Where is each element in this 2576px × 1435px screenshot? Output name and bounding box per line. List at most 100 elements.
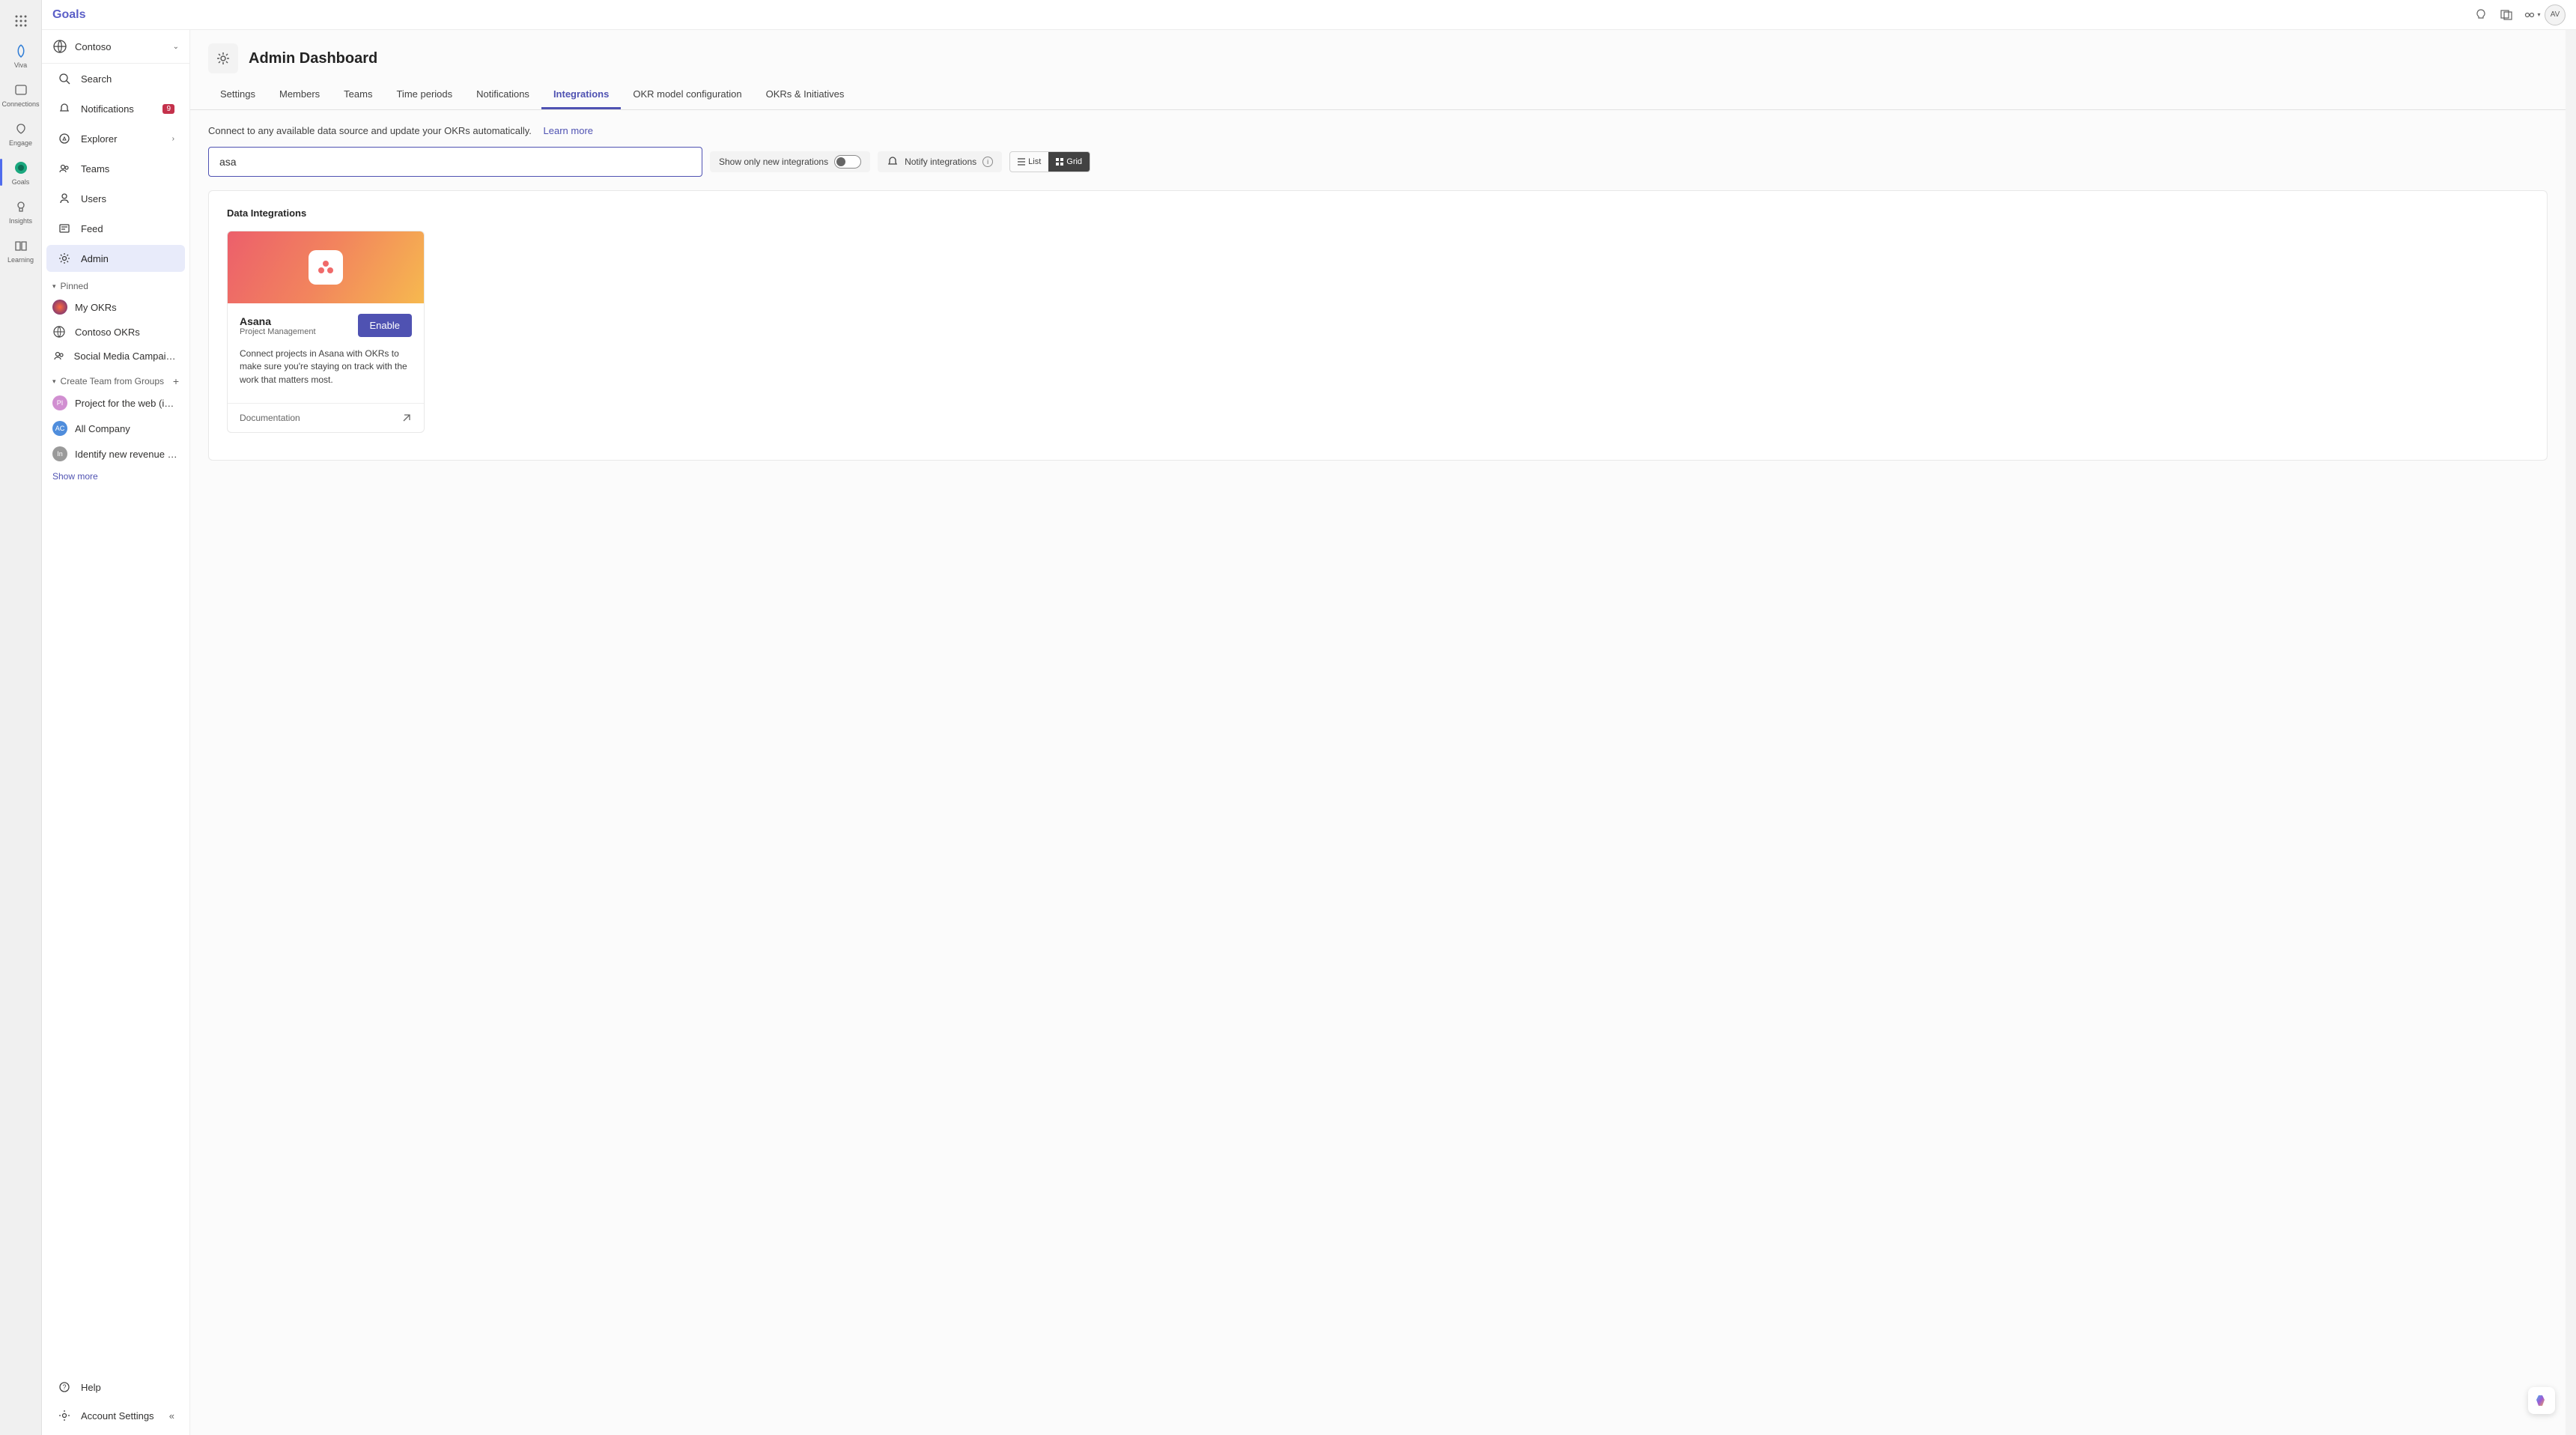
view-grid-button[interactable]: Grid: [1048, 152, 1090, 172]
globe-icon: [52, 325, 67, 339]
people-icon: [52, 349, 67, 362]
user-avatar[interactable]: AV: [2545, 4, 2566, 25]
viva-icon: [12, 42, 30, 60]
chevron-down-icon: ⌄: [173, 43, 179, 51]
documentation-link[interactable]: Documentation: [240, 413, 300, 423]
notify-integrations-button[interactable]: Notify integrations i: [878, 151, 1002, 172]
admin-tabs: Settings Members Teams Time periods Noti…: [190, 81, 2566, 110]
toggle-switch[interactable]: [834, 155, 861, 169]
toggle-label: Show only new integrations: [719, 157, 828, 167]
pinned-item-my-okrs[interactable]: My OKRs: [42, 294, 189, 320]
copilot-fab[interactable]: [2528, 1387, 2555, 1414]
rail-label: Insights: [9, 217, 32, 225]
tab-members[interactable]: Members: [267, 81, 332, 109]
bell-icon: [57, 101, 72, 116]
sidebar-item-account-settings[interactable]: Account Settings «: [46, 1402, 185, 1429]
gear-icon: [57, 1408, 72, 1423]
enable-button[interactable]: Enable: [358, 314, 412, 337]
group-label: All Company: [75, 423, 130, 434]
pinned-section-header[interactable]: ▾ Pinned: [42, 273, 189, 294]
view-list-button[interactable]: List: [1010, 152, 1048, 172]
user-icon: [57, 191, 72, 206]
external-link-icon[interactable]: [401, 413, 412, 423]
integration-name: Asana: [240, 315, 316, 327]
learn-more-link[interactable]: Learn more: [544, 125, 593, 136]
app-rail: Viva Connections Engage Goals Insights L…: [0, 0, 42, 1435]
rail-label: Goals: [12, 178, 30, 186]
tips-icon[interactable]: [2468, 2, 2494, 28]
sidebar-label: Users: [81, 193, 174, 204]
asana-logo-icon: [309, 250, 343, 285]
group-label: Project for the web (i…: [75, 398, 174, 409]
rail-item-engage[interactable]: Engage: [0, 114, 42, 153]
rail-label: Viva: [14, 61, 27, 69]
sidebar-item-teams[interactable]: Teams: [46, 155, 185, 182]
add-icon[interactable]: +: [173, 375, 179, 387]
notification-badge: 9: [162, 104, 174, 114]
sidebar-label: Explorer: [81, 133, 163, 145]
tenant-selector[interactable]: Contoso ⌄: [42, 30, 189, 64]
pinned-item-contoso-okrs[interactable]: Contoso OKRs: [42, 320, 189, 344]
section-label: Create Team from Groups: [61, 376, 168, 386]
tab-okr-model[interactable]: OKR model configuration: [621, 81, 753, 109]
connections-icon: [12, 81, 30, 99]
sidebar-item-help[interactable]: ? Help: [46, 1374, 185, 1401]
engage-icon: [12, 120, 30, 138]
teams-icon: [57, 161, 72, 176]
tab-okrs-initiatives[interactable]: OKRs & Initiatives: [754, 81, 857, 109]
page-title: Admin Dashboard: [249, 50, 377, 67]
tab-time-periods[interactable]: Time periods: [384, 81, 464, 109]
tab-notifications[interactable]: Notifications: [464, 81, 541, 109]
sidebar-item-users[interactable]: Users: [46, 185, 185, 212]
help-icon: ?: [57, 1380, 72, 1395]
goals-icon: [12, 159, 30, 177]
integrations-panel: Data Integrations Asana Project Man: [208, 190, 2548, 461]
tab-teams[interactable]: Teams: [332, 81, 384, 109]
rail-item-goals[interactable]: Goals: [0, 153, 42, 192]
collapse-sidebar-icon[interactable]: «: [169, 1410, 174, 1422]
rail-item-learning[interactable]: Learning: [0, 231, 42, 270]
settings-icon[interactable]: ▾: [2519, 2, 2545, 28]
tenant-name: Contoso: [75, 41, 165, 52]
show-more-link[interactable]: Show more: [42, 467, 189, 486]
globe-icon: [52, 39, 67, 54]
sidebar-label: Admin: [81, 253, 174, 264]
rail-label: Connections: [1, 100, 39, 108]
group-avatar: PI: [52, 395, 67, 410]
sidebar-item-admin[interactable]: Admin: [46, 245, 185, 272]
info-icon: i: [982, 157, 993, 167]
rail-label: Learning: [7, 256, 34, 264]
integration-search-input[interactable]: [219, 156, 691, 168]
tab-settings[interactable]: Settings: [208, 81, 267, 109]
tab-integrations[interactable]: Integrations: [541, 81, 621, 109]
pinned-item-social-media[interactable]: Social Media Campaign…: [42, 344, 189, 368]
group-item[interactable]: AC All Company: [42, 416, 189, 441]
integration-card-asana: Asana Project Management Enable Connect …: [227, 231, 425, 433]
scrollbar[interactable]: [2566, 30, 2576, 1435]
sidebar-label: Teams: [81, 163, 174, 175]
rail-item-insights[interactable]: Insights: [0, 192, 42, 231]
sidebar-label: Account Settings: [81, 1410, 160, 1422]
sidebar-item-search[interactable]: Search: [46, 65, 185, 92]
sidebar: Contoso ⌄ Search Notifications 9 Explore…: [42, 30, 190, 1435]
list-icon: [1018, 158, 1025, 166]
sidebar-item-notifications[interactable]: Notifications 9: [46, 95, 185, 122]
group-label: Identify new revenue …: [75, 449, 177, 460]
group-item[interactable]: PI Project for the web (i…: [42, 390, 189, 416]
integrations-description: Connect to any available data source and…: [208, 125, 532, 136]
group-item[interactable]: In Identify new revenue …: [42, 441, 189, 467]
translate-icon[interactable]: [2494, 2, 2519, 28]
groups-section-header[interactable]: ▾ Create Team from Groups +: [42, 368, 189, 390]
sidebar-label: Help: [81, 1382, 174, 1393]
show-new-toggle[interactable]: Show only new integrations: [710, 151, 870, 172]
rail-item-viva[interactable]: Viva: [0, 36, 42, 75]
sidebar-item-feed[interactable]: Feed: [46, 215, 185, 242]
app-launcher-icon[interactable]: [6, 6, 36, 36]
integration-search-box[interactable]: [208, 147, 702, 177]
avatar-icon: [52, 300, 67, 315]
sidebar-label: Notifications: [81, 103, 154, 115]
avatar-initials: AV: [2551, 10, 2560, 19]
topbar: Goals ▾ AV: [42, 0, 2576, 30]
rail-item-connections[interactable]: Connections: [0, 75, 42, 114]
sidebar-item-explorer[interactable]: Explorer ›: [46, 125, 185, 152]
